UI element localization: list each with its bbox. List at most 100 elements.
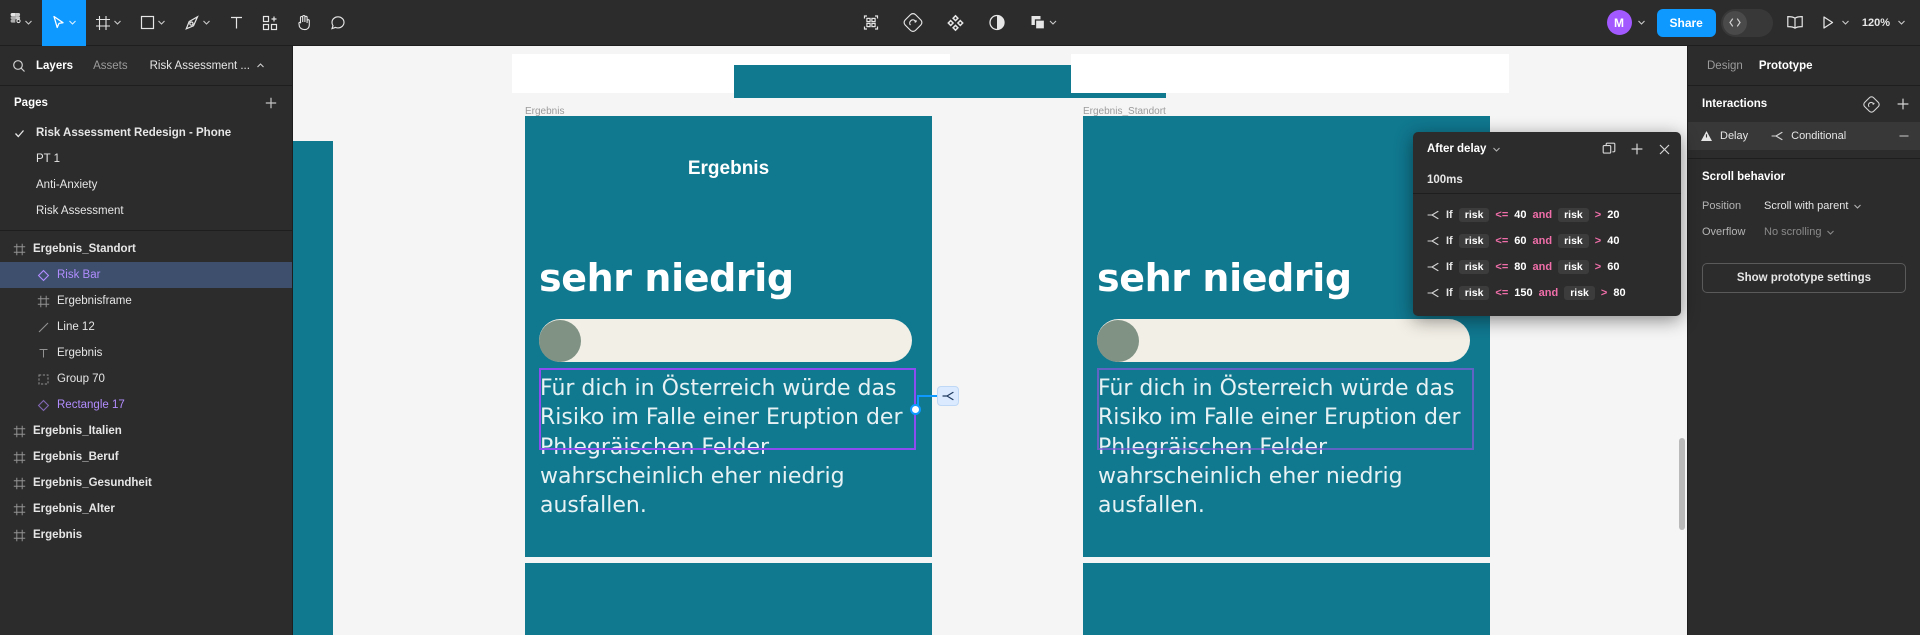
zoom-control[interactable]: 120% bbox=[1859, 0, 1910, 46]
page-item-anti-anxiety[interactable]: Anti-Anxiety bbox=[0, 172, 292, 198]
toolbar-left-tools bbox=[0, 0, 355, 46]
page-label: Risk Assessment bbox=[36, 205, 124, 217]
left-sidebar: Layers Assets Risk Assessment ... Pages … bbox=[0, 46, 293, 635]
text-tool-button[interactable] bbox=[220, 0, 253, 46]
duplicate-icon[interactable] bbox=[1602, 142, 1616, 156]
chevron-down-icon bbox=[1897, 18, 1906, 27]
tab-assets[interactable]: Assets bbox=[83, 60, 138, 72]
layer-item-ergebnis-beruf[interactable]: Ergebnis_Beruf bbox=[0, 444, 292, 470]
layer-item-risk-bar[interactable]: Risk Bar bbox=[0, 262, 292, 288]
right-sidebar: Design Prototype Interactions Delay Cond… bbox=[1687, 46, 1920, 635]
figma-menu-button[interactable] bbox=[0, 0, 42, 46]
popup-delay-value[interactable]: 100ms bbox=[1413, 166, 1681, 194]
frame-tool-button[interactable] bbox=[86, 0, 131, 46]
interaction-item[interactable]: Delay Conditional bbox=[1688, 122, 1920, 150]
tab-design[interactable]: Design bbox=[1700, 60, 1750, 72]
add-interaction-icon[interactable] bbox=[1630, 142, 1644, 156]
tab-prototype[interactable]: Prototype bbox=[1752, 60, 1820, 72]
dev-mode-toggle[interactable] bbox=[1720, 8, 1773, 37]
card-ergebnis-main[interactable]: Ergebnis sehr niedrig Für dich in Österr… bbox=[525, 116, 932, 557]
plugins-button[interactable] bbox=[895, 0, 932, 46]
page-label: PT 1 bbox=[36, 153, 61, 165]
layer-item-rectangle-17[interactable]: Rectangle 17 bbox=[0, 392, 292, 418]
pages-header: Pages bbox=[0, 86, 292, 120]
chevron-down-icon[interactable] bbox=[1492, 145, 1501, 154]
condition-row[interactable]: If risk <= 60 and risk > 40 bbox=[1413, 228, 1681, 254]
pen-tool-button[interactable] bbox=[175, 0, 220, 46]
actions-button[interactable] bbox=[854, 0, 889, 46]
layers-list: Ergebnis_Standort Risk Bar Ergebnisframe… bbox=[0, 231, 292, 548]
page-item-risk-assessment[interactable]: Risk Assessment bbox=[0, 198, 292, 224]
canvas-vertical-scrollbar[interactable] bbox=[1679, 438, 1685, 530]
pen-icon bbox=[184, 14, 200, 31]
layer-item-ergebnis-gesundheit[interactable]: Ergebnis_Gesundheit bbox=[0, 470, 292, 496]
interaction-action-label: Conditional bbox=[1791, 130, 1847, 142]
comment-icon bbox=[330, 15, 346, 31]
connector-anchor-dot[interactable] bbox=[910, 404, 921, 415]
condition-row[interactable]: If risk <= 150 and risk > 80 bbox=[1413, 280, 1681, 306]
multiplayer-button[interactable] bbox=[1021, 0, 1067, 46]
page-item-pt-1[interactable]: PT 1 bbox=[0, 146, 292, 172]
frame-icon bbox=[13, 451, 26, 464]
layer-item-group-70[interactable]: Group 70 bbox=[0, 366, 292, 392]
overflow-field: Overflow No scrolling bbox=[1702, 219, 1906, 245]
remove-interaction-button[interactable] bbox=[1898, 130, 1910, 142]
card-bottom-partial-left[interactable] bbox=[525, 563, 932, 635]
add-page-button[interactable] bbox=[264, 96, 278, 110]
position-dropdown[interactable]: Scroll with parent bbox=[1764, 200, 1862, 212]
canvas-frame-partial-left[interactable]: , bbox=[293, 141, 333, 635]
tab-layers[interactable]: Layers bbox=[26, 60, 83, 72]
layer-item-line-12[interactable]: Line 12 bbox=[0, 314, 292, 340]
avatar-chevron-down-icon[interactable] bbox=[1637, 18, 1646, 27]
resources-tool-button[interactable] bbox=[253, 0, 287, 46]
layer-item-ergebnis-italien[interactable]: Ergebnis_Italien bbox=[0, 418, 292, 444]
comment-tool-button[interactable] bbox=[321, 0, 355, 46]
condition-operator-2: > bbox=[1600, 287, 1608, 299]
connector-conditional-badge[interactable] bbox=[937, 386, 959, 406]
widgets-button[interactable] bbox=[938, 0, 974, 46]
layer-item-ergebnisframe[interactable]: Ergebnisframe bbox=[0, 288, 292, 314]
toolbar-center-tools bbox=[854, 0, 1067, 46]
share-button[interactable]: Share bbox=[1656, 8, 1716, 37]
layer-item-ergebnis-standort[interactable]: Ergebnis_Standort bbox=[0, 236, 292, 262]
condition-and-label: and bbox=[1538, 287, 1559, 299]
hand-tool-button[interactable] bbox=[287, 0, 321, 46]
condition-if-label: If bbox=[1446, 235, 1453, 247]
canvas-frame-top[interactable] bbox=[512, 54, 1166, 98]
interactions-actions bbox=[1863, 95, 1910, 113]
library-button[interactable] bbox=[1778, 0, 1812, 46]
layer-item-ergebnis-alter[interactable]: Ergebnis_Alter bbox=[0, 496, 292, 522]
add-interaction-button[interactable] bbox=[1896, 97, 1910, 111]
page-label: Risk Assessment Redesign - Phone bbox=[36, 127, 232, 139]
close-icon[interactable] bbox=[1658, 143, 1671, 156]
avatar[interactable]: M bbox=[1606, 10, 1632, 35]
move-tool-button[interactable] bbox=[42, 0, 86, 46]
card-bottom-partial-right[interactable] bbox=[1083, 563, 1490, 635]
condition-value-1: 60 bbox=[1514, 235, 1527, 247]
overflow-label: Overflow bbox=[1702, 226, 1746, 238]
page-item-risk-assessment-redesign-phone[interactable]: Risk Assessment Redesign - Phone bbox=[0, 120, 292, 146]
canvas-frame-top-right[interactable] bbox=[1071, 54, 1509, 93]
risk-bar-knob-duplicate[interactable] bbox=[1097, 319, 1139, 362]
chevron-down-icon bbox=[1826, 228, 1835, 237]
shape-tool-button[interactable] bbox=[131, 0, 175, 46]
layer-item-ergebnis[interactable]: Ergebnis bbox=[0, 522, 292, 548]
search-icon[interactable] bbox=[12, 59, 26, 73]
show-prototype-settings-button[interactable]: Show prototype settings bbox=[1702, 263, 1906, 293]
square-icon bbox=[140, 15, 155, 30]
chevron-down-icon bbox=[113, 18, 122, 27]
condition-row[interactable]: If risk <= 40 and risk > 20 bbox=[1413, 202, 1681, 228]
overflow-dropdown[interactable]: No scrolling bbox=[1764, 226, 1835, 238]
risk-bar-knob[interactable] bbox=[539, 319, 581, 362]
prototype-icon[interactable] bbox=[1863, 95, 1880, 113]
layer-label: Ergebnis_Alter bbox=[33, 503, 115, 515]
component-icon bbox=[37, 269, 50, 282]
layer-item-ergebnis-text[interactable]: Ergebnis bbox=[0, 340, 292, 366]
condition-row[interactable]: If risk <= 80 and risk > 60 bbox=[1413, 254, 1681, 280]
chevron-down-icon bbox=[68, 18, 77, 27]
file-name-dropdown[interactable]: Risk Assessment ... bbox=[150, 60, 265, 72]
appearance-button[interactable] bbox=[980, 0, 1015, 46]
interactions-section-header: Interactions bbox=[1688, 86, 1920, 122]
present-button[interactable] bbox=[1817, 0, 1854, 46]
scroll-behavior-title: Scroll behavior bbox=[1702, 171, 1786, 183]
